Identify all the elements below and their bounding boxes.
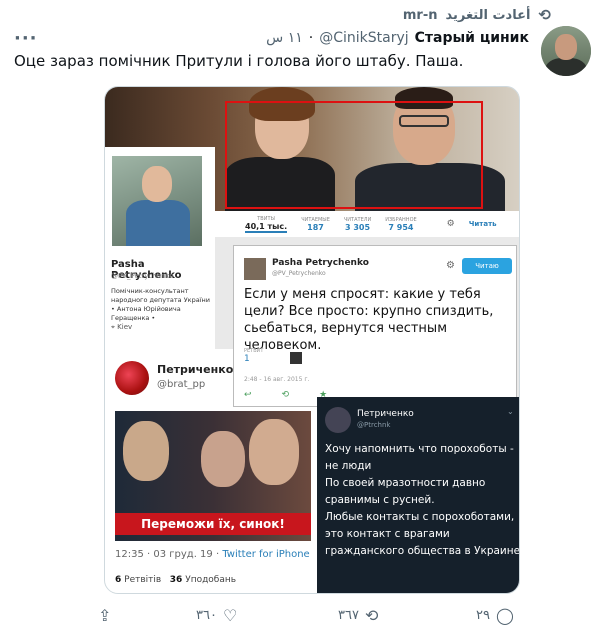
retweet-button[interactable]: ٣٦٧ ⟲ [338, 606, 378, 625]
author-handle[interactable]: @CinikStaryj [319, 30, 408, 46]
tweet-media-image[interactable]: ТВИТЫ 40,1 тыс. ЧИТАЕМЫЕ 187 ЧИТАТЕЛИ 3 … [104, 86, 520, 594]
quoted-tweet-dark: Петриченко @Ptrchnk ⌄ Хочу напомнить что… [317, 397, 520, 593]
more-icon[interactable]: ··· [14, 28, 38, 49]
tweet-time[interactable]: ١١ س [266, 30, 303, 46]
profile-bio: Помічник-консультант народного депутата … [111, 287, 210, 322]
qc-text: Если у меня спросят: какие у тебя цели? … [244, 287, 494, 353]
pet-avatar [115, 361, 149, 395]
like-count: ٣٦٠ [196, 608, 217, 623]
pet-handle: @brat_pp [157, 379, 206, 390]
reply-icon: ◯ [495, 606, 514, 625]
qc-mini-avatar [290, 352, 302, 364]
reply-button[interactable]: ٢٩ ◯ [476, 606, 514, 625]
retweet-user[interactable]: mr-n [403, 8, 438, 23]
quoted-tweet-pasha: Pasha Petrychenko @PV_Petrychenko ⚙ Чита… [233, 245, 517, 407]
retweet-icon: ⟲ [281, 390, 290, 400]
tweet-text: Оце зараз помічник Притули і голова його… [14, 52, 464, 70]
retweet-context[interactable]: mr-n أعادت التغريد ⟲ [403, 6, 551, 24]
qc-name: Pasha Petrychenko [272, 258, 369, 268]
follow-label-small: Читать [468, 220, 497, 228]
dc-avatar [325, 407, 351, 433]
share-button[interactable]: ⇪ [98, 606, 111, 625]
profile-stats-bar: ТВИТЫ 40,1 тыс. ЧИТАЕМЫЕ 187 ЧИТАТЕЛИ 3 … [215, 211, 519, 237]
avatar[interactable] [541, 26, 591, 76]
retweet-icon: ⟲ [364, 606, 379, 625]
qc-date: 2:48 - 16 авг. 2015 г. [244, 376, 310, 383]
pet-banner: Переможи їх, синок! [115, 513, 311, 535]
stat-following: ЧИТАЕМЫЕ 187 [301, 216, 330, 232]
profile-location: ⌖ Kiev [111, 323, 133, 331]
profile-handle: @PV_Petrychenko [111, 272, 174, 280]
dc-handle: @Ptrchnk [357, 421, 391, 429]
chevron-down-icon: ⌄ [507, 407, 514, 416]
stat-tweets: ТВИТЫ 40,1 тыс. [245, 215, 288, 233]
qc-icons: ↩ ⟲ ★ [244, 390, 327, 400]
retweet-count: ٣٦٧ [338, 608, 359, 623]
pet-stats: 6 Ретвітів 36 Уподобань [115, 575, 237, 585]
like-button[interactable]: ٣٦٠ ♡ [196, 606, 237, 625]
qc-avatar [244, 258, 266, 280]
qc-retweet-count: 1 [244, 354, 250, 364]
dc-text: Хочу напомнить что порохоботы - не люди … [325, 443, 520, 557]
pet-meta: 12:35 · 03 груд. 19 · Twitter for iPhone [115, 549, 310, 560]
retweet-icon: ⟲ [538, 6, 551, 24]
qc-handle: @PV_Petrychenko [272, 270, 326, 277]
profile-photo [109, 153, 205, 249]
share-icon: ⇪ [98, 606, 112, 625]
tweet-actions: ⇪ ٣٦٠ ♡ ٣٦٧ ⟲ ٢٩ ◯ [0, 606, 609, 632]
reply-count: ٢٩ [476, 608, 490, 623]
author-name[interactable]: Старый циник [415, 30, 529, 46]
reply-icon: ↩ [244, 390, 252, 400]
dc-name: Петриченко [357, 409, 414, 419]
stat-followers: ЧИТАТЕЛИ 3 305 [343, 216, 372, 232]
tweet-header: ١١ س · @CinikStaryj Старый циник [266, 30, 529, 46]
settings-icon: ⚙ [446, 260, 455, 271]
pet-image: Переможи їх, синок! [115, 411, 311, 541]
stat-favorites: ИЗБРАННОЕ 7 954 [385, 216, 417, 232]
retweet-label: أعادت التغريد [445, 7, 531, 23]
qc-follow-label: Читаю [462, 258, 512, 274]
settings-icon: ⚙ [446, 219, 455, 229]
like-icon: ♡ [222, 606, 238, 625]
pet-name: Петриченко [157, 363, 234, 376]
